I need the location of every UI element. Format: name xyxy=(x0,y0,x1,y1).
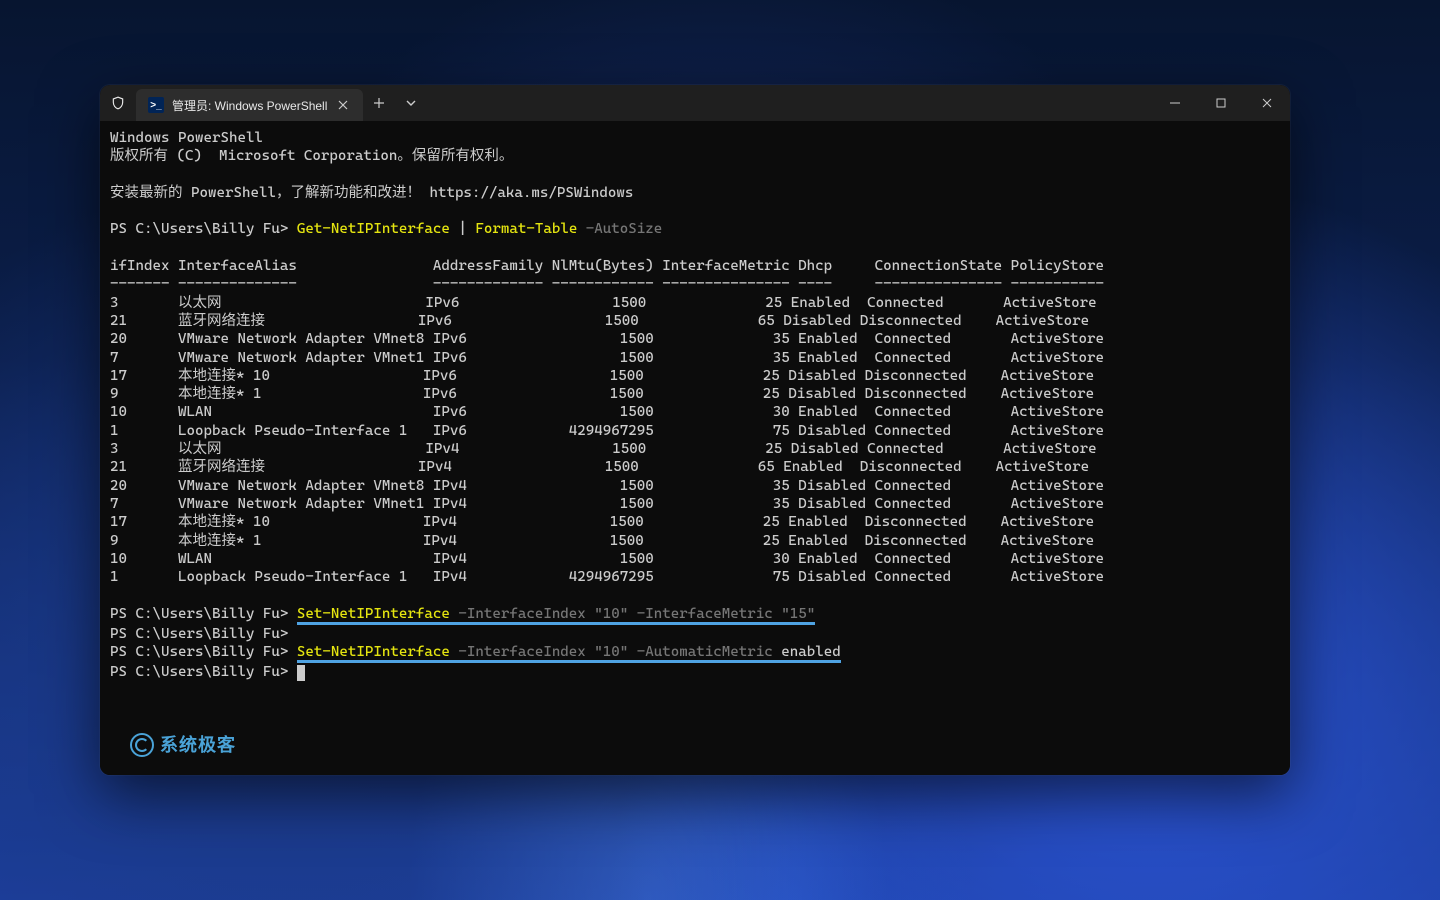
minimize-button[interactable] xyxy=(1152,85,1198,121)
terminal-body[interactable]: Windows PowerShell 版权所有 (C) Microsoft Co… xyxy=(100,121,1290,775)
watermark: 系统极客 xyxy=(130,733,236,757)
cursor xyxy=(297,665,305,681)
cmd-token: Format-Table xyxy=(475,221,577,237)
cmd-token: -AutomaticMetric xyxy=(628,644,781,660)
new-tab-button[interactable] xyxy=(363,85,395,121)
tab-powershell[interactable]: >_ 管理员: Windows PowerShell xyxy=(136,89,363,121)
cmd-token: | xyxy=(450,221,476,237)
shield-icon xyxy=(100,85,136,121)
cmd-token: "15" xyxy=(781,606,815,622)
cmd-token: "10" xyxy=(594,606,628,622)
cmd-token: enabled xyxy=(781,644,840,660)
tab-close-icon[interactable] xyxy=(335,97,351,113)
powershell-icon: >_ xyxy=(148,97,164,113)
prompt: PS C:\Users\Billy Fu> xyxy=(110,606,297,622)
terminal-window: >_ 管理员: Windows PowerShell xyxy=(100,85,1290,775)
cmd-token: -AutoSize xyxy=(577,221,662,237)
watermark-logo-icon xyxy=(130,733,154,757)
table-header: ifIndex InterfaceAlias AddressFamily NlM… xyxy=(110,258,1104,274)
close-button[interactable] xyxy=(1244,85,1290,121)
maximize-button[interactable] xyxy=(1198,85,1244,121)
prompt: PS C:\Users\Billy Fu> xyxy=(110,626,297,642)
table-rows: 3 以太网 IPv6 1500 25 Enabled Connected Act… xyxy=(110,295,1104,585)
cmd-token: "10" xyxy=(594,644,628,660)
prompt: PS C:\Users\Billy Fu> xyxy=(110,221,297,237)
cmd-token: Set-NetIPInterface xyxy=(297,644,450,660)
table-divider: ------- -------------- ------------- ---… xyxy=(110,276,1104,292)
cmd-token: Get-NetIPInterface xyxy=(297,221,450,237)
banner-line: 安装最新的 PowerShell，了解新功能和改进！ https://aka.m… xyxy=(110,185,633,201)
banner-line: 版权所有 (C) Microsoft Corporation。保留所有权利。 xyxy=(110,148,513,164)
titlebar: >_ 管理员: Windows PowerShell xyxy=(100,85,1290,121)
cmd-token: -InterfaceMetric xyxy=(628,606,781,622)
tab-dropdown-button[interactable] xyxy=(395,85,427,121)
cmd-token: -InterfaceIndex xyxy=(450,644,594,660)
watermark-text: 系统极客 xyxy=(160,736,236,754)
banner-line: Windows PowerShell xyxy=(110,130,263,146)
tab-title: 管理员: Windows PowerShell xyxy=(172,97,327,114)
prompt: PS C:\Users\Billy Fu> xyxy=(110,664,297,680)
prompt: PS C:\Users\Billy Fu> xyxy=(110,644,297,660)
cmd-token: Set-NetIPInterface xyxy=(297,606,450,622)
cmd-token: -InterfaceIndex xyxy=(450,606,594,622)
